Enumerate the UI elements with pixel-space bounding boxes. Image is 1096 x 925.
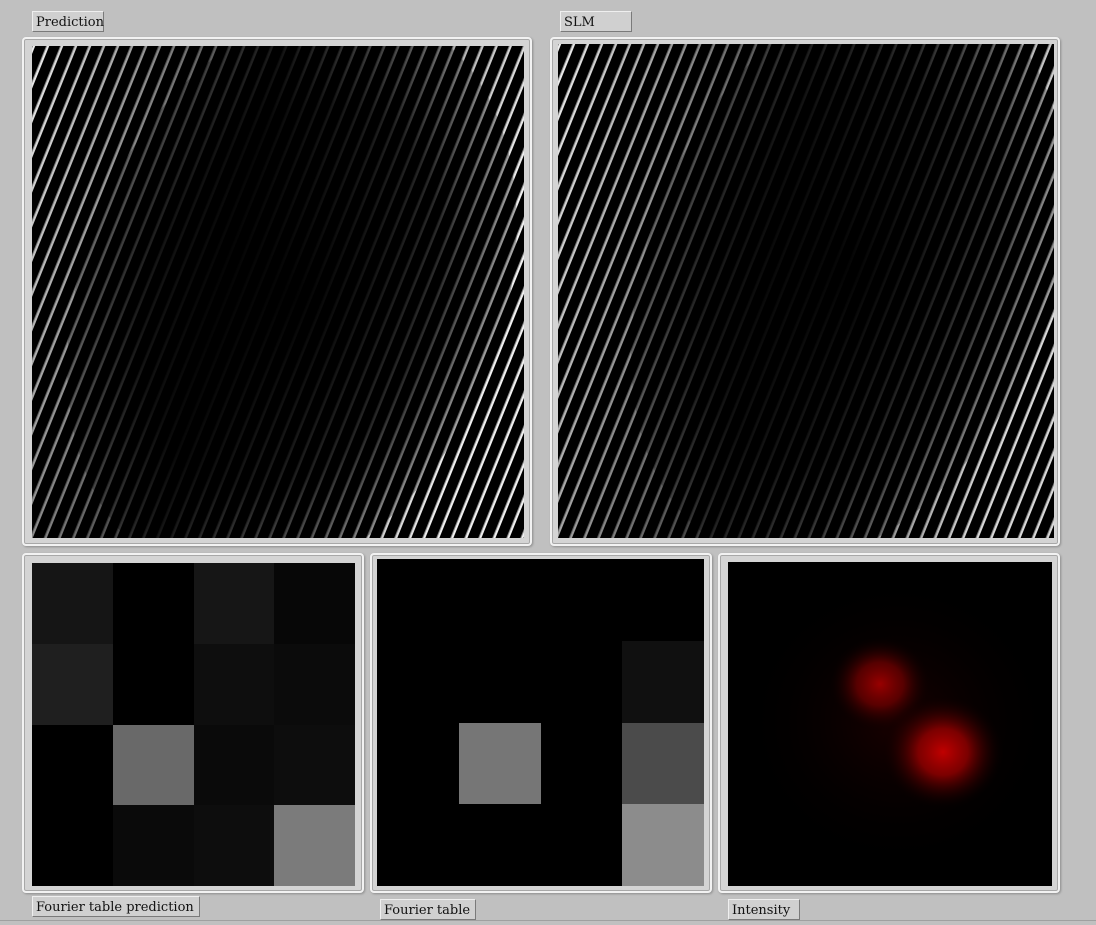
grid-cell — [193, 805, 275, 886]
prediction-image[interactable] — [32, 46, 524, 538]
grid-cell — [458, 559, 541, 641]
grid-cell — [112, 643, 194, 725]
grid-cell — [274, 643, 355, 725]
grid-cell — [458, 640, 541, 723]
grid-cell — [193, 724, 275, 806]
fourier-table-grid — [377, 559, 704, 886]
grid-cell — [622, 559, 704, 641]
prediction-panel — [22, 37, 532, 546]
grid-cell — [274, 563, 355, 644]
fourier-prediction-panel — [22, 553, 364, 893]
grid-cell — [274, 805, 355, 886]
grid-cell — [112, 805, 194, 886]
bottom-divider — [0, 920, 1096, 921]
slm-panel — [550, 37, 1060, 546]
grid-cell — [32, 805, 113, 886]
grid-cell — [540, 722, 623, 805]
slm-label: SLM — [560, 11, 632, 32]
grid-cell — [622, 722, 704, 805]
grid-cell — [622, 640, 704, 723]
grid-cell — [112, 563, 194, 644]
grid-cell — [622, 804, 704, 886]
intensity-panel — [718, 553, 1060, 893]
grid-cell — [377, 559, 459, 641]
fourier-table-panel — [370, 553, 712, 893]
slm-image[interactable] — [558, 44, 1054, 538]
intensity-label: Intensity — [728, 899, 800, 920]
grid-cell — [377, 722, 459, 805]
grid-cell — [274, 724, 355, 806]
grid-cell — [458, 804, 541, 886]
fourier-table-label: Fourier table — [380, 899, 476, 920]
fourier-prediction-grid — [32, 563, 355, 886]
grid-cell — [540, 559, 623, 641]
grid-cell — [32, 643, 113, 725]
grid-cell — [377, 804, 459, 886]
grid-cell — [540, 804, 623, 886]
intensity-image[interactable] — [728, 562, 1052, 886]
grid-cell — [193, 563, 275, 644]
prediction-label: Prediction — [32, 11, 104, 32]
grid-cell — [32, 563, 113, 644]
grid-cell — [32, 724, 113, 806]
grid-cell — [193, 643, 275, 725]
grid-cell — [458, 722, 541, 805]
fourier-prediction-label: Fourier table prediction — [32, 896, 200, 917]
fourier-table-image[interactable] — [377, 559, 704, 886]
grid-cell — [112, 724, 194, 806]
grid-cell — [540, 640, 623, 723]
fourier-prediction-image[interactable] — [32, 563, 355, 886]
grid-cell — [377, 640, 459, 723]
